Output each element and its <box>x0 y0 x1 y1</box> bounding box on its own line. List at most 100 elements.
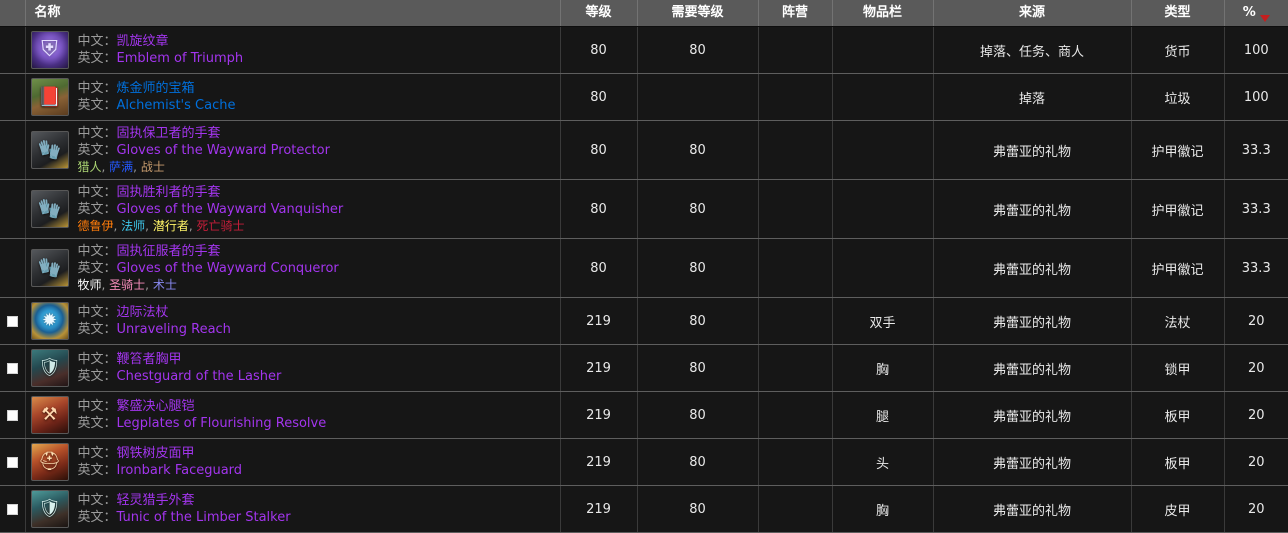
row-select-cell[interactable] <box>0 179 26 239</box>
row-select-cell[interactable] <box>0 485 26 533</box>
class-label[interactable]: 法师 <box>121 219 145 233</box>
item-link-en[interactable]: Tunic of the Limber Stalker <box>117 510 291 525</box>
column-header-faction[interactable]: 阵营 <box>758 0 833 27</box>
item-link-zh[interactable]: 鞭笞者胸甲 <box>117 352 182 367</box>
zh-label: 中文： <box>77 34 117 49</box>
required-level-cell: 80 <box>637 120 759 180</box>
column-header-percent-label: % <box>1242 5 1256 20</box>
table-row[interactable]: ✹ 中文：边际法杖 英文：Unraveling Reach 219 80 双手 弗蕾亚的礼物… <box>0 297 1288 345</box>
unraveling-reach-icon[interactable]: ✹ <box>30 302 69 340</box>
item-link-en[interactable]: Gloves of the Wayward Vanquisher <box>117 202 344 217</box>
source-cell: 弗蕾亚的礼物 <box>933 297 1132 345</box>
item-name-lines: 中文：固执胜利者的手套 英文：Gloves of the Wayward Vanq… <box>78 184 344 234</box>
source-cell: 掉落、任务、商人 <box>933 26 1132 74</box>
item-link-zh[interactable]: 繁盛决心腿铠 <box>117 399 195 414</box>
row-select-cell[interactable] <box>0 120 26 180</box>
item-link-en[interactable]: Gloves of the Wayward Protector <box>117 143 330 158</box>
column-header-name[interactable]: 名称 <box>25 0 561 27</box>
alchemists-cache-icon[interactable]: 📕 <box>30 78 69 116</box>
icon-glyph: 🛡 <box>38 357 61 378</box>
row-checkbox[interactable] <box>6 362 18 374</box>
faction-cell <box>758 73 833 121</box>
item-name-lines: 中文：轻灵猎手外套 英文：Tunic of the Limber Stalker <box>78 492 291 526</box>
legplates-of-flourishing-resolve-icon[interactable]: ⚒ <box>30 396 69 434</box>
class-label[interactable]: 术士 <box>153 278 177 292</box>
ironbark-faceguard-icon[interactable]: ⛑ <box>30 443 69 481</box>
class-label[interactable]: 萨满 <box>109 160 133 174</box>
gloves-wayward-protector-icon[interactable]: 🧤 <box>30 131 69 169</box>
column-header-type[interactable]: 类型 <box>1131 0 1225 27</box>
column-header-source[interactable]: 来源 <box>933 0 1132 27</box>
row-checkbox[interactable] <box>6 409 18 421</box>
item-link-en[interactable]: Gloves of the Wayward Conqueror <box>117 261 339 276</box>
column-header-level[interactable]: 等级 <box>560 0 638 27</box>
row-select-cell[interactable] <box>0 73 26 121</box>
source-cell: 弗蕾亚的礼物 <box>933 120 1132 180</box>
column-header-slot[interactable]: 物品栏 <box>832 0 934 27</box>
table-row[interactable]: 📕 中文：炼金师的宝箱 英文：Alchemist's Cache 80 掉落 垃圾 100 <box>0 73 1288 121</box>
table-row[interactable]: 🧤 中文：固执征服者的手套 英文：Gloves of the Wayward Con… <box>0 238 1288 298</box>
class-separator: , <box>133 160 141 174</box>
column-header-select[interactable] <box>0 0 26 27</box>
item-name-cell: 📕 中文：炼金师的宝箱 英文：Alchemist's Cache <box>25 73 561 121</box>
row-select-cell[interactable] <box>0 438 26 486</box>
column-header-required-level[interactable]: 需要等级 <box>637 0 759 27</box>
item-link-en[interactable]: Legplates of Flourishing Resolve <box>117 416 327 431</box>
gloves-wayward-conqueror-icon[interactable]: 🧤 <box>30 249 69 287</box>
class-label[interactable]: 圣骑士 <box>109 278 145 292</box>
faction-cell <box>758 238 833 298</box>
item-link-zh[interactable]: 固执征服者的手套 <box>117 244 221 259</box>
table-row[interactable]: 🧤 中文：固执胜利者的手套 英文：Gloves of the Wayward Van… <box>0 179 1288 239</box>
zh-label: 中文： <box>77 352 117 367</box>
item-name-en-line: 英文：Tunic of the Limber Stalker <box>78 509 291 526</box>
item-link-en[interactable]: Ironbark Faceguard <box>117 463 243 478</box>
tunic-of-the-limber-stalker-icon[interactable]: 🛡 <box>30 490 69 528</box>
source-cell: 弗蕾亚的礼物 <box>933 344 1132 392</box>
class-label[interactable]: 潜行者 <box>153 219 189 233</box>
type-cell: 板甲 <box>1131 438 1225 486</box>
item-level-cell: 219 <box>560 438 638 486</box>
table-row[interactable]: 🛡 中文：鞭笞者胸甲 英文：Chestguard of the Lasher 219 8… <box>0 344 1288 392</box>
class-label[interactable]: 牧师 <box>78 278 102 292</box>
row-checkbox[interactable] <box>6 315 18 327</box>
row-select-cell[interactable] <box>0 391 26 439</box>
item-name-lines: 中文：固执保卫者的手套 英文：Gloves of the Wayward Prot… <box>78 125 330 175</box>
icon-glyph: 📕 <box>37 85 62 108</box>
item-link-zh[interactable]: 钢铁树皮面甲 <box>117 446 195 461</box>
zh-label: 中文： <box>77 81 117 96</box>
required-level-cell: 80 <box>637 26 759 74</box>
item-link-zh[interactable]: 炼金师的宝箱 <box>117 81 195 96</box>
chestguard-of-the-lasher-icon[interactable]: 🛡 <box>30 349 69 387</box>
table-row[interactable]: ⚒ 中文：繁盛决心腿铠 英文：Legplates of Flourishing Re… <box>0 391 1288 439</box>
table-row[interactable]: 🛡 中文：轻灵猎手外套 英文：Tunic of the Limber Stalker… <box>0 485 1288 533</box>
table-row[interactable]: ⛑ 中文：钢铁树皮面甲 英文：Ironbark Faceguard 219 80 头弗蕾亚… <box>0 438 1288 486</box>
item-link-zh[interactable]: 边际法杖 <box>117 305 169 320</box>
class-label[interactable]: 德鲁伊 <box>78 219 114 233</box>
item-link-en[interactable]: Alchemist's Cache <box>117 98 236 113</box>
row-checkbox[interactable] <box>6 503 18 515</box>
item-link-en[interactable]: Unraveling Reach <box>117 322 231 337</box>
row-select-cell[interactable] <box>0 26 26 74</box>
item-link-zh[interactable]: 轻灵猎手外套 <box>117 493 195 508</box>
en-label: 英文： <box>77 202 117 217</box>
table-row[interactable]: ⛨ 中文：凯旋纹章 英文：Emblem of Triumph 80 80 掉落、任务、商人… <box>0 26 1288 74</box>
row-select-cell[interactable] <box>0 297 26 345</box>
class-label[interactable]: 猎人 <box>78 160 102 174</box>
gloves-wayward-vanquisher-icon[interactable]: 🧤 <box>30 190 69 228</box>
column-header-percent[interactable]: % <box>1224 0 1288 27</box>
item-level-cell: 80 <box>560 73 638 121</box>
item-link-en[interactable]: Emblem of Triumph <box>117 51 244 66</box>
item-link-en[interactable]: Chestguard of the Lasher <box>117 369 282 384</box>
emblem-of-triumph-icon[interactable]: ⛨ <box>30 31 69 69</box>
table-row[interactable]: 🧤 中文：固执保卫者的手套 英文：Gloves of the Wayward Pro… <box>0 120 1288 180</box>
row-select-cell[interactable] <box>0 344 26 392</box>
item-name-cell: ⛨ 中文：凯旋纹章 英文：Emblem of Triumph <box>25 26 561 74</box>
class-label[interactable]: 战士 <box>141 160 165 174</box>
item-link-zh[interactable]: 固执保卫者的手套 <box>117 126 221 141</box>
row-checkbox[interactable] <box>6 456 18 468</box>
class-label[interactable]: 死亡骑士 <box>196 219 244 233</box>
required-level-cell: 80 <box>637 438 759 486</box>
row-select-cell[interactable] <box>0 238 26 298</box>
item-link-zh[interactable]: 凯旋纹章 <box>117 34 169 49</box>
item-link-zh[interactable]: 固执胜利者的手套 <box>117 185 221 200</box>
